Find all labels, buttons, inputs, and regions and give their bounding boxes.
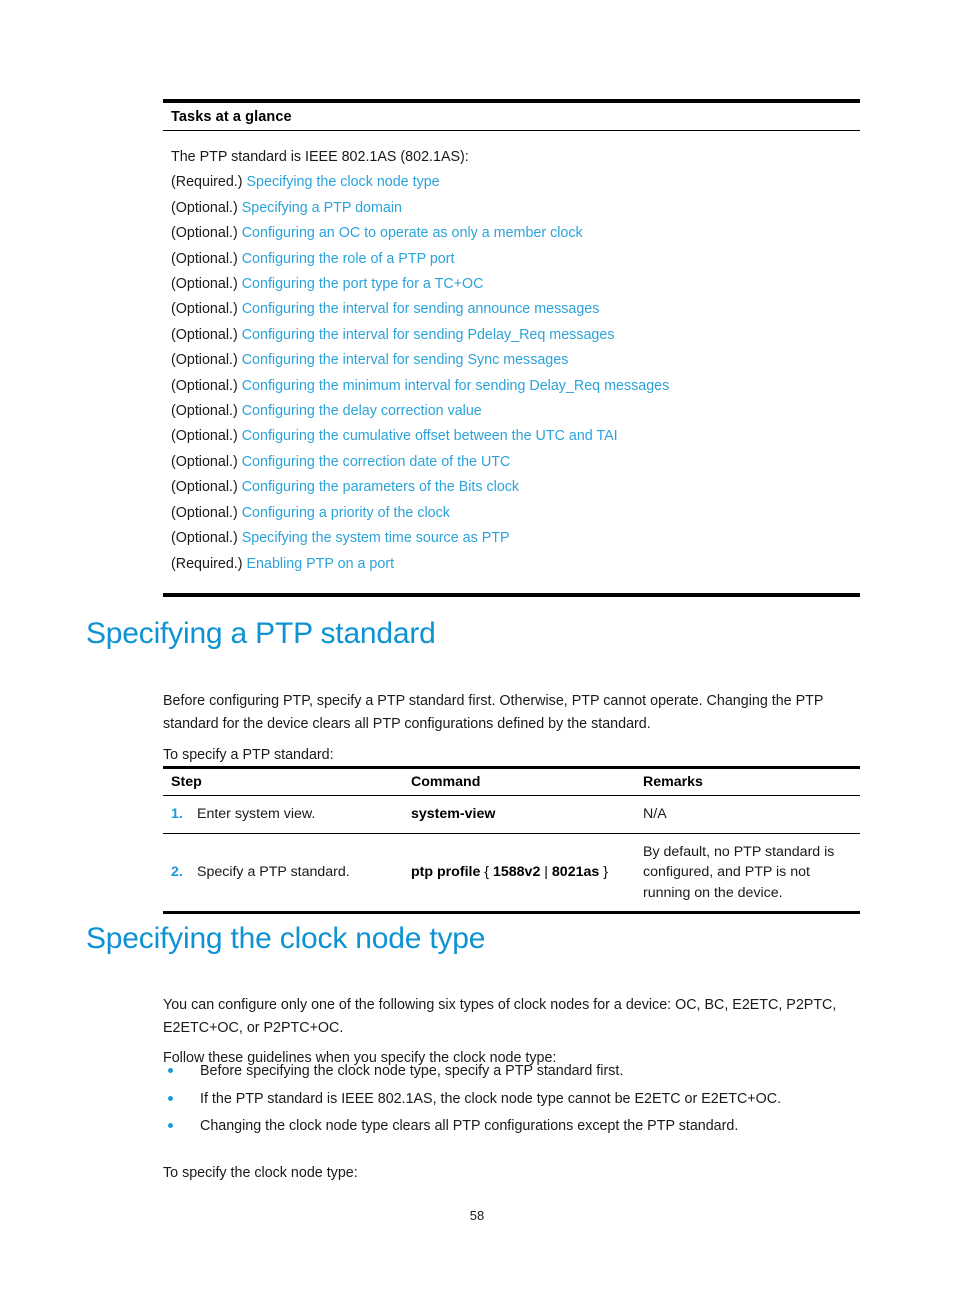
command-text: system-view: [411, 806, 496, 822]
list-item: Changing the clock node type clears all …: [163, 1115, 883, 1137]
task-list-item: (Optional.) Specifying a PTP domain: [171, 196, 860, 221]
task-link[interactable]: Specifying the clock node type: [247, 174, 440, 190]
cell-remarks: By default, no PTP standard is configure…: [643, 843, 835, 901]
task-prefix: (Optional.): [171, 250, 238, 267]
tasks-at-a-glance-table: Tasks at a glance The PTP standard is IE…: [163, 99, 860, 597]
task-prefix: (Optional.): [171, 377, 238, 394]
paragraph-clock-node-lead-in: To specify the clock node type:: [163, 1165, 358, 1182]
task-link[interactable]: Configuring the port type for a TC+OC: [242, 276, 484, 292]
tasks-intro-text: The PTP standard is IEEE 802.1AS (802.1A…: [171, 149, 469, 165]
task-list-item: (Optional.) Configuring a priority of th…: [171, 501, 860, 526]
task-prefix: (Optional.): [171, 453, 238, 470]
task-list-item: (Optional.) Configuring an OC to operate…: [171, 221, 860, 246]
task-prefix: (Optional.): [171, 199, 238, 216]
tasks-table-header: Tasks at a glance: [163, 103, 860, 131]
command-text: ptp profile { 1588v2 | 8021as }: [411, 864, 608, 880]
task-prefix: (Optional.): [171, 504, 238, 521]
task-link[interactable]: Specifying the system time source as PTP: [242, 530, 510, 546]
document-page: Tasks at a glance The PTP standard is IE…: [0, 0, 954, 1296]
cell-command: system-view: [403, 795, 635, 834]
task-prefix: (Optional.): [171, 403, 238, 420]
task-list-item: (Optional.) Configuring the role of a PT…: [171, 247, 860, 272]
task-link[interactable]: Configuring the minimum interval for sen…: [242, 378, 670, 394]
task-list-item: (Optional.) Specifying the system time s…: [171, 526, 860, 551]
step-number: 2.: [171, 864, 183, 880]
list-item-text: Changing the clock node type clears all …: [200, 1118, 739, 1134]
list-item-text: If the PTP standard is IEEE 802.1AS, the…: [200, 1090, 782, 1107]
task-link[interactable]: Configuring the correction date of the U…: [242, 454, 511, 470]
task-prefix: (Optional.): [171, 352, 238, 369]
list-item: If the PTP standard is IEEE 802.1AS, the…: [163, 1088, 883, 1110]
task-prefix: (Optional.): [171, 428, 238, 445]
paragraph-ptp-standard-intro: Before configuring PTP, specify a PTP st…: [163, 693, 824, 732]
column-header-remarks: Remarks: [635, 769, 860, 796]
task-list-item: (Optional.) Configuring the minimum inte…: [171, 374, 860, 399]
task-link[interactable]: Configuring the role of a PTP port: [242, 251, 455, 267]
task-prefix: (Optional.): [171, 326, 238, 343]
cell-step-description: 1. Enter system view.: [163, 795, 403, 834]
task-prefix: (Optional.): [171, 301, 238, 318]
task-prefix: (Optional.): [171, 530, 238, 547]
tasks-table-body: The PTP standard is IEEE 802.1AS (802.1A…: [163, 131, 860, 593]
section-heading-clock-node-type: Specifying the clock node type: [86, 922, 486, 955]
column-header-command: Command: [403, 769, 635, 796]
task-link[interactable]: Configuring an OC to operate as only a m…: [242, 225, 583, 241]
task-list-item: (Required.) Enabling PTP on a port: [171, 552, 860, 577]
task-link[interactable]: Configuring the interval for sending ann…: [242, 301, 600, 317]
list-item: Before specifying the clock node type, s…: [163, 1060, 883, 1082]
table-row: 2. Specify a PTP standard. ptp profile { …: [163, 833, 860, 911]
section-heading-ptp-standard: Specifying a PTP standard: [86, 617, 436, 650]
task-list-item: (Optional.) Configuring the interval for…: [171, 348, 860, 373]
task-link[interactable]: Configuring the interval for sending Pde…: [242, 327, 615, 343]
task-list-item: (Optional.) Configuring the correction d…: [171, 450, 860, 475]
task-list-item: (Required.) Specifying the clock node ty…: [171, 170, 860, 195]
task-link[interactable]: Configuring a priority of the clock: [242, 505, 450, 521]
task-list-item: (Optional.) Configuring the parameters o…: [171, 475, 860, 500]
task-prefix: (Required.): [171, 174, 243, 191]
bullet-dot-icon: [168, 1095, 173, 1101]
list-item-text: Before specifying the clock node type, s…: [200, 1063, 624, 1079]
bullet-dot-icon: [168, 1123, 173, 1128]
task-list-item: (Optional.) Configuring the interval for…: [171, 323, 860, 348]
task-list-item: (Optional.) Configuring the cumulative o…: [171, 424, 860, 449]
task-link[interactable]: Configuring the delay correction value: [242, 403, 482, 419]
step-text: Enter system view.: [197, 806, 316, 822]
page-number: 58: [469, 1208, 485, 1223]
clock-node-guidelines-list: Before specifying the clock node type, s…: [163, 1060, 883, 1143]
table-header-row: Step Command Remarks: [163, 769, 860, 796]
cell-command: ptp profile { 1588v2 | 8021as }: [403, 833, 635, 911]
column-header-step: Step: [163, 769, 403, 796]
task-link[interactable]: Configuring the interval for sending Syn…: [242, 352, 569, 368]
table-row: 1. Enter system view. system-view N/A: [163, 795, 860, 834]
task-prefix: (Required.): [171, 555, 243, 572]
task-prefix: (Optional.): [171, 479, 238, 496]
bullet-dot-icon: [168, 1068, 173, 1073]
task-prefix: (Optional.): [171, 276, 238, 293]
step-number: 1.: [171, 806, 183, 822]
step-text: Specify a PTP standard.: [197, 864, 350, 880]
task-list-item: (Optional.) Configuring the interval for…: [171, 297, 860, 322]
task-link[interactable]: Enabling PTP on a port: [247, 556, 395, 572]
paragraph-ptp-standard-lead-in: To specify a PTP standard:: [163, 747, 334, 764]
cell-remarks: N/A: [635, 795, 860, 834]
cell-step-description: 2. Specify a PTP standard.: [163, 833, 403, 911]
task-prefix: (Optional.): [171, 225, 238, 242]
task-link[interactable]: Configuring the cumulative offset betwee…: [242, 428, 618, 444]
task-link[interactable]: Configuring the parameters of the Bits c…: [242, 479, 519, 495]
task-list-item: (Optional.) Configuring the port type fo…: [171, 272, 860, 297]
ptp-standard-steps-table: Step Command Remarks 1. Enter system view…: [163, 766, 860, 914]
task-list-item: (Optional.) Configuring the delay correc…: [171, 399, 860, 424]
paragraph-clock-node-intro: You can configure only one of the follow…: [163, 997, 837, 1036]
task-link[interactable]: Specifying a PTP domain: [242, 200, 402, 216]
